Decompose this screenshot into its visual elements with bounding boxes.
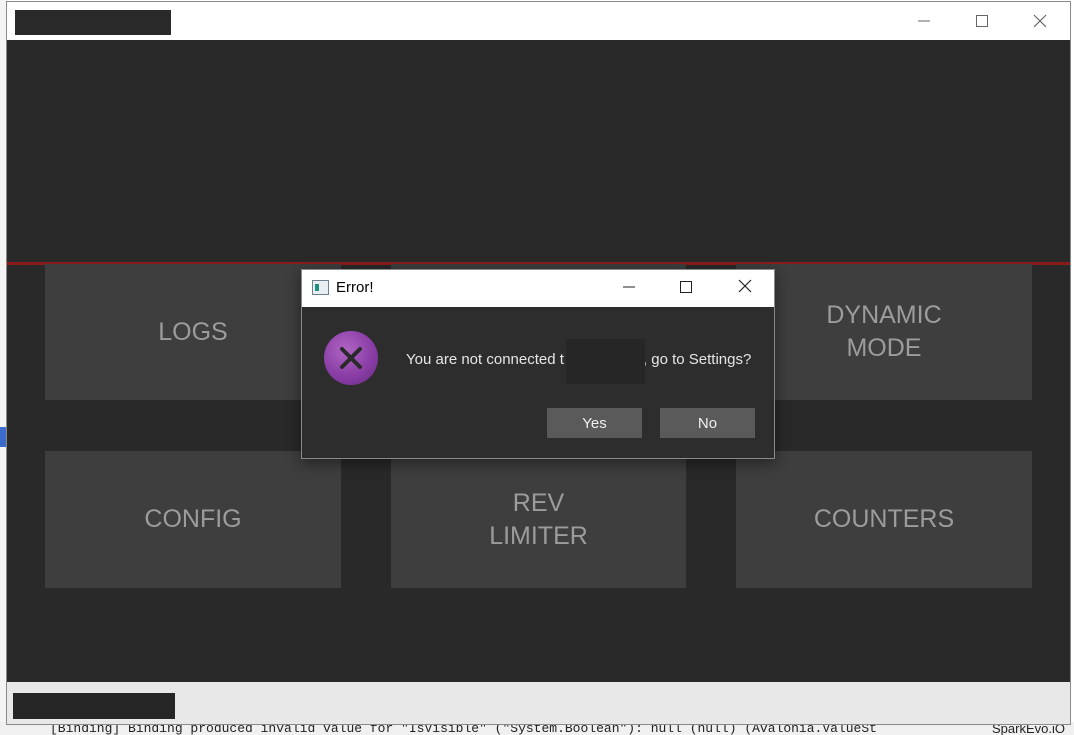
redacted-window-title xyxy=(15,10,171,35)
logs-tile-label: LOGS xyxy=(158,317,228,346)
yes-button[interactable]: Yes xyxy=(547,408,642,438)
counters-tile[interactable]: COUNTERS xyxy=(736,451,1032,588)
error-x-icon xyxy=(324,331,378,385)
dynamic-mode-tile[interactable]: DYNAMIC MODE xyxy=(736,264,1032,400)
rev-limiter-tile[interactable]: REV LIMITER xyxy=(391,451,686,588)
rev-limiter-tile-label: REV LIMITER xyxy=(489,488,588,550)
minimize-icon xyxy=(623,280,635,298)
status-bar xyxy=(7,682,1070,724)
dialog-close-button[interactable] xyxy=(725,270,765,307)
no-button[interactable]: No xyxy=(660,408,755,438)
minimize-icon xyxy=(918,15,930,27)
dialog-title: Error! xyxy=(336,279,374,296)
dialog-message-end: , go to Settings? xyxy=(642,351,752,368)
dialog-message-start: You are not connected t xyxy=(406,351,564,368)
close-button[interactable] xyxy=(1011,2,1069,40)
redacted-status-text xyxy=(13,693,175,719)
maximize-icon xyxy=(680,280,692,298)
redacted-device-name xyxy=(566,339,645,384)
maximize-icon xyxy=(976,15,988,27)
error-dialog: Error! You are not connected t , go to Se… xyxy=(301,269,775,459)
dialog-titlebar[interactable]: Error! xyxy=(302,270,774,307)
dialog-maximize-button[interactable] xyxy=(666,270,706,307)
config-tile-label: CONFIG xyxy=(144,505,242,533)
close-icon xyxy=(1033,14,1047,28)
dialog-minimize-button[interactable] xyxy=(609,270,649,307)
counters-tile-label: COUNTERS xyxy=(813,505,955,533)
header-area xyxy=(7,40,1070,265)
minimize-button[interactable] xyxy=(895,2,953,40)
config-tile[interactable]: CONFIG xyxy=(45,451,341,588)
maximize-button[interactable] xyxy=(953,2,1011,40)
main-titlebar[interactable] xyxy=(7,2,1070,40)
close-icon xyxy=(738,279,752,298)
dynamic-mode-tile-label: DYNAMIC MODE xyxy=(826,301,942,362)
app-icon xyxy=(312,280,329,295)
logs-tile[interactable]: LOGS xyxy=(45,264,341,400)
